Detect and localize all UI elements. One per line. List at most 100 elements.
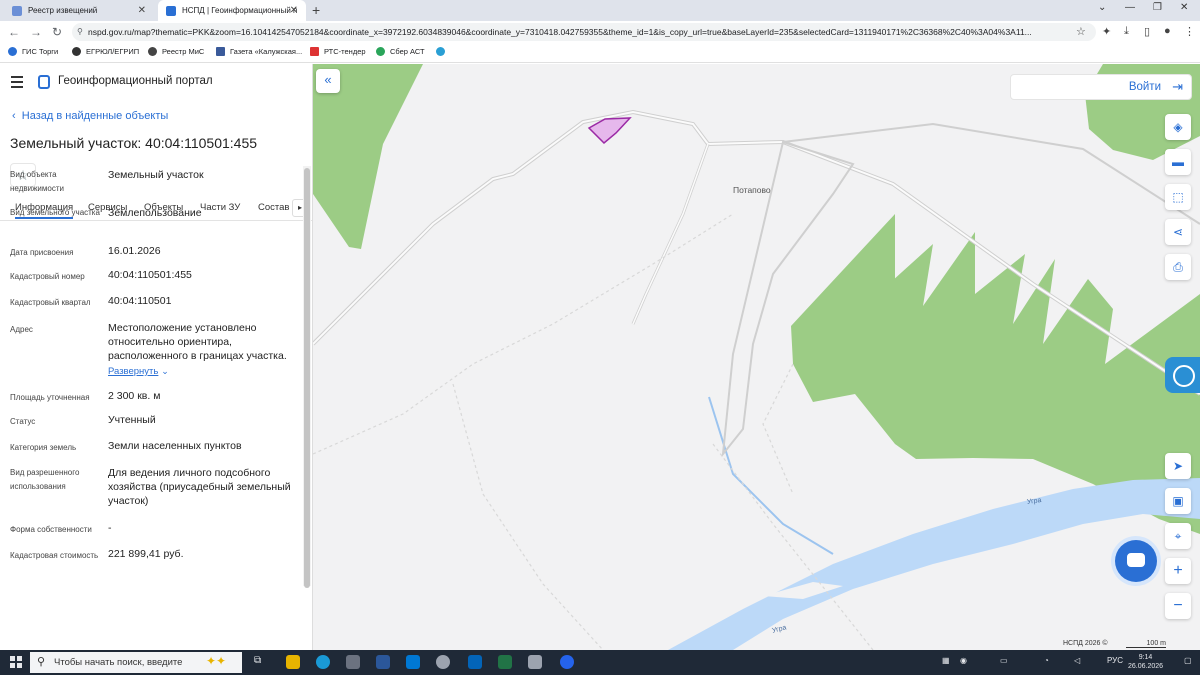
prop-label: Категория земель	[10, 443, 77, 452]
site-info-icon[interactable]: ⚲	[77, 23, 83, 41]
minimize-icon[interactable]: —	[1125, 2, 1135, 13]
collapse-panel-button[interactable]: «	[316, 69, 340, 93]
url-input[interactable]: ⚲ nspd.gov.ru/map?thematic=PKK&zoom=16.1…	[72, 23, 1096, 41]
clock-date: 26.06.2026	[1128, 663, 1164, 670]
map-canvas[interactable]	[313, 64, 1200, 650]
downloads-icon[interactable]: ⤓	[1124, 25, 1129, 38]
map-copyright: НСПД 2026 ©	[1063, 640, 1108, 647]
new-tab-icon[interactable]: +	[312, 2, 320, 18]
notifications-icon[interactable]: ▢	[1184, 656, 1192, 665]
zoom-out-icon[interactable]: −	[1165, 593, 1191, 619]
taskbar-search-input[interactable]: ⚲ Чтобы начать поиск, введите ✦✦	[30, 652, 242, 673]
zoom-in-icon[interactable]: +	[1165, 558, 1191, 584]
search-icon: ⚲	[37, 656, 46, 668]
keyboard-icon[interactable]: ▦	[942, 656, 950, 665]
taskbar-clock[interactable]: 9:14 26.06.2026	[1128, 653, 1163, 671]
side-panel-icon[interactable]: ▯	[1144, 25, 1150, 38]
back-arrow-icon[interactable]: ←	[8, 25, 20, 39]
registry-favicon-icon	[12, 5, 22, 16]
chat-assistant-button[interactable]	[1115, 540, 1157, 582]
url-text: nspd.gov.ru/map?thematic=PKK&zoom=16.104…	[88, 27, 1032, 37]
layers-icon[interactable]: ◈	[1165, 114, 1191, 140]
extensions-icon[interactable]: ✦	[1102, 25, 1111, 38]
locate-me-icon[interactable]: ➤	[1165, 453, 1191, 479]
rts-icon	[310, 47, 319, 56]
volume-icon[interactable]: ◁	[1074, 656, 1080, 665]
print-icon[interactable]: ⎙	[1165, 254, 1191, 280]
search-placeholder: Чтобы начать поиск, введите	[54, 657, 183, 668]
search-location-icon[interactable]: ⌖	[1165, 523, 1191, 549]
stream	[708, 396, 834, 555]
reload-icon[interactable]: ↻	[52, 25, 62, 39]
edge-icon[interactable]	[316, 655, 330, 669]
prop-label: Вид объекта недвижимости	[10, 170, 64, 193]
battery-icon[interactable]: ▭	[1000, 656, 1008, 665]
bookmark-gazeta[interactable]: Газета «Калужская...	[216, 47, 302, 56]
select-area-icon[interactable]: ⬚	[1165, 184, 1191, 210]
bookmark-star-icon[interactable]: ☆	[1076, 25, 1086, 38]
prop-label: Площадь уточненная	[10, 393, 90, 402]
close-tab-icon[interactable]: ✕	[290, 5, 298, 16]
network-icon[interactable]: ◔	[1044, 656, 1049, 665]
close-tab-icon[interactable]: ✕	[138, 5, 146, 16]
browser-tab-nspd[interactable]: НСПД | Геоинформационный п ✕	[158, 0, 306, 21]
prop-value: Учтенный	[108, 414, 156, 426]
prop-value: -	[108, 522, 112, 534]
river-ugra	[603, 478, 1200, 650]
store-icon[interactable]	[346, 655, 360, 669]
prop-value: Земли населенных пунктов	[108, 440, 242, 452]
outlook-icon[interactable]	[468, 655, 482, 669]
object-title: Земельный участок: 40:04:110501:455	[10, 135, 258, 151]
basemap-icon[interactable]: ▣	[1165, 488, 1191, 514]
bookmark-sber-ast[interactable]: Сбер АСТ	[376, 47, 425, 56]
login-label: Войти	[1128, 81, 1161, 93]
bookmarks-bar: ГИС Торги ЕГРЮЛ/ЕГРИП Реестр МиС Газета …	[0, 43, 1200, 63]
track-4	[762, 363, 794, 495]
back-to-results-link[interactable]: ‹ Назад в найденные объекты	[12, 110, 168, 122]
prop-value: Землепользование	[108, 207, 202, 219]
bookmark-egrul[interactable]: ЕГРЮЛ/ЕГРИП	[72, 47, 139, 56]
prop-label: Статус	[10, 417, 36, 426]
map-scale: 100 m	[1126, 640, 1166, 648]
ruler-icon[interactable]: ▬	[1165, 149, 1191, 175]
share-icon[interactable]: ⋖	[1165, 219, 1191, 245]
side-widget-tab[interactable]	[1165, 357, 1200, 393]
prop-label: Кадастровая стоимость	[10, 551, 99, 560]
bookmark-gis-torgi[interactable]: ГИС Торги	[8, 47, 58, 56]
bookmark-extra[interactable]	[436, 47, 450, 56]
expand-address-link[interactable]: Развернуть ⌄	[108, 364, 298, 379]
prop-label: Вид земельного участка	[10, 208, 100, 217]
profile-icon[interactable]: ●	[1164, 25, 1171, 37]
browser-tab-registry[interactable]: Реестр извещений ✕	[4, 0, 154, 21]
yandex-icon[interactable]	[560, 655, 574, 669]
login-button[interactable]: Войти ⇥	[1010, 74, 1192, 100]
portal-title: Геоинформационный портал	[58, 75, 213, 87]
calculator-icon[interactable]	[528, 655, 542, 669]
address-bar-row: ← → ↻ ⚲ nspd.gov.ru/map?thematic=PKK&zoo…	[0, 21, 1200, 43]
mail-icon[interactable]	[406, 655, 420, 669]
task-view-icon[interactable]: ⧉	[254, 655, 261, 666]
prop-value: Для ведения личного подсобного хозяйства…	[108, 467, 291, 507]
bookmark-rts-tender[interactable]: РТС-тендер	[310, 47, 366, 56]
close-window-icon[interactable]: ✕	[1180, 2, 1188, 13]
bookmark-reestr-mis[interactable]: Реестр МиС	[148, 47, 204, 56]
prop-label: Форма собственности	[10, 525, 92, 534]
maximize-icon[interactable]: ❐	[1153, 2, 1162, 13]
bookmark-extra-icon	[436, 47, 445, 56]
tab-search-icon[interactable]: ⌄	[1098, 2, 1106, 13]
prop-label: Адрес	[10, 325, 33, 334]
prop-value: 221 899,41 руб.	[108, 548, 184, 560]
hamburger-menu-icon[interactable]	[11, 76, 23, 91]
forward-arrow-icon[interactable]: →	[30, 25, 42, 39]
panel-scrollbar-thumb[interactable]	[304, 168, 310, 588]
windows-start-icon[interactable]	[10, 656, 22, 668]
excel-icon[interactable]	[498, 655, 512, 669]
chrome-icon[interactable]	[436, 655, 450, 669]
road-village-inner	[632, 143, 709, 325]
menu-dots-icon[interactable]: ⋮	[1184, 25, 1195, 38]
file-explorer-icon[interactable]	[286, 655, 300, 669]
word-icon[interactable]	[376, 655, 390, 669]
language-indicator[interactable]: РУС	[1107, 656, 1123, 665]
system-tray-icon[interactable]: ◉	[960, 656, 967, 665]
selected-parcel	[587, 117, 632, 145]
